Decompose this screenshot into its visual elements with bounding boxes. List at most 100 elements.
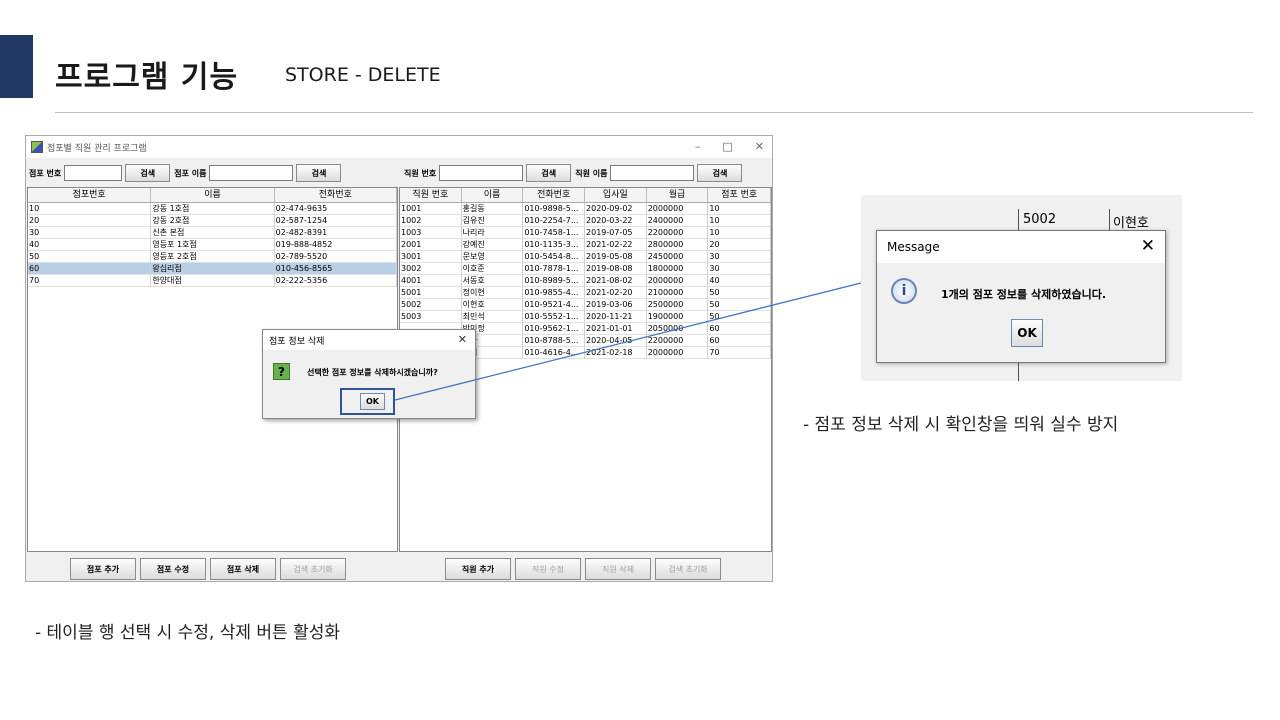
emp-table-cell: 10 xyxy=(708,215,771,227)
inset-bg-number: 5002 xyxy=(1023,212,1057,227)
store-table-cell: 70 xyxy=(28,275,152,287)
emp-table-col-header[interactable]: 직원 번호 xyxy=(400,188,462,202)
store-table-col-header[interactable]: 전화번호 xyxy=(275,188,397,202)
emp-table-col-header[interactable]: 월급 xyxy=(647,188,709,202)
emp-button-2[interactable]: 직원 삭제 xyxy=(585,558,651,580)
emp-table-col-header[interactable]: 점포 번호 xyxy=(708,188,771,202)
store-table-row[interactable]: 20 강동 2호점 02-587-1254 xyxy=(28,215,397,227)
emp-table-cell: 정이현 xyxy=(461,287,524,299)
emp-table-cell: 2020-03-22 xyxy=(585,215,647,227)
store-table-cell: 20 xyxy=(28,215,152,227)
emp-table-row[interactable]: 1002 김유진 010-2254-7... 2020-03-22 2400000 10 xyxy=(400,215,771,227)
emp-table-col-header[interactable]: 전화번호 xyxy=(523,188,586,202)
emp-table-cell: 2021-08-02 xyxy=(585,275,647,287)
store-table-row[interactable]: 70 한양대점 02-222-5356 xyxy=(28,275,397,287)
emp-table-cell: 1002 xyxy=(400,215,462,227)
emp-table-cell: 최민석 xyxy=(461,311,524,323)
emp-table-cell: 010-1135-3... xyxy=(523,239,586,251)
store-table-col-header[interactable]: 이름 xyxy=(151,188,275,202)
emp-table-row[interactable]: 1001 홍길동 010-9898-5... 2020-09-02 2000000 10 xyxy=(400,203,771,215)
caption-text: - 테이블 행 선택 시 수정, 삭제 버튼 활성화 xyxy=(35,623,341,643)
store-table-col-header[interactable]: 점포번호 xyxy=(28,188,152,202)
store-table-cell: 강동 2호점 xyxy=(151,215,275,227)
message-ok-button[interactable]: OK xyxy=(1011,319,1043,347)
maximize-icon[interactable]: □ xyxy=(722,140,732,153)
store-table-cell: 40 xyxy=(28,239,152,251)
emp-table-cell: 010-9562-1... xyxy=(523,323,586,335)
question-icon: ? xyxy=(273,363,290,380)
emp-table-cell: 010-7878-1... xyxy=(523,263,586,275)
emp-table-cell: 서동호 xyxy=(461,275,524,287)
emp-table-cell: 2019-08-08 xyxy=(585,263,647,275)
emp-table-cell: 50 xyxy=(708,287,771,299)
emp-table-cell: 2800000 xyxy=(646,239,709,251)
store-table-cell: 019-888-4852 xyxy=(274,239,397,251)
store-table-cell: 50 xyxy=(28,251,152,263)
emp-table-cell: 2100000 xyxy=(646,287,709,299)
store-table-row[interactable]: 40 영등포 1호점 019-888-4852 xyxy=(28,239,397,251)
confirm-close-icon[interactable]: ✕ xyxy=(458,333,467,346)
store-button-1[interactable]: 점포 수정 xyxy=(140,558,206,580)
store-no-input[interactable] xyxy=(64,165,123,181)
emp-table-row[interactable]: 5002 이현호 010-9521-4... 2019-03-06 2500000 50 xyxy=(400,299,771,311)
minimize-icon[interactable]: – xyxy=(695,140,701,153)
emp-table-cell: 4001 xyxy=(400,275,462,287)
window-titlebar: 점포별 직원 관리 프로그램 – □ ✕ xyxy=(26,136,772,158)
emp-table-cell: 이호준 xyxy=(461,263,524,275)
store-table-cell: 02-222-5356 xyxy=(274,275,397,287)
store-name-label: 점포 이름 xyxy=(174,168,207,178)
emp-table-row[interactable]: 5001 정이현 010-9855-4... 2021-02-20 2100000 50 xyxy=(400,287,771,299)
emp-button-0[interactable]: 직원 추가 xyxy=(445,558,511,580)
store-table-cell: 영등포 2호점 xyxy=(151,251,275,263)
emp-table-row[interactable]: 3002 이호준 010-7878-1... 2019-08-08 1800000 30 xyxy=(400,263,771,275)
emp-table-row[interactable]: 2001 강예진 010-1135-3... 2021-02-22 2800000 20 xyxy=(400,239,771,251)
emp-no-search-button[interactable]: 검색 xyxy=(526,164,572,182)
emp-table-cell: 2000000 xyxy=(646,347,709,359)
emp-table-cell: 010-8989-5... xyxy=(523,275,586,287)
store-table-header: 점포번호 이름 전화번호 xyxy=(28,188,397,203)
emp-table-cell: 010-4616-4... xyxy=(523,347,586,359)
emp-table-row[interactable]: 5003 최민석 010-5552-1... 2020-11-21 1900000 50 xyxy=(400,311,771,323)
store-name-input[interactable] xyxy=(209,165,294,181)
store-table-row[interactable]: 50 영등포 2호점 02-789-5520 xyxy=(28,251,397,263)
emp-button-3[interactable]: 검색 초기화 xyxy=(655,558,721,580)
emp-button-row: 직원 추가 직원 수정 직원 삭제 검색 초기화 xyxy=(445,558,721,580)
store-no-search-button[interactable]: 검색 xyxy=(125,164,171,182)
emp-table-cell: 50 xyxy=(708,299,771,311)
store-table-row[interactable]: 60 왕십리점 010-456-8565 xyxy=(28,263,397,275)
store-search-bar: 점포 번호 검색 점포 이름 검색 xyxy=(29,164,342,182)
close-icon[interactable]: ✕ xyxy=(755,140,764,153)
emp-table-cell: 문보영 xyxy=(461,251,524,263)
emp-button-1[interactable]: 직원 수정 xyxy=(515,558,581,580)
info-icon: i xyxy=(891,278,917,304)
emp-table-cell: 5001 xyxy=(400,287,462,299)
store-button-0[interactable]: 점포 추가 xyxy=(70,558,136,580)
store-table-row[interactable]: 30 신촌 본점 02-482-8391 xyxy=(28,227,397,239)
message-text: 1개의 점포 정보를 삭제하였습니다. xyxy=(941,288,1107,301)
message-close-icon[interactable]: ✕ xyxy=(1141,236,1155,256)
emp-name-search-button[interactable]: 검색 xyxy=(697,164,743,182)
emp-table-col-header[interactable]: 이름 xyxy=(462,188,524,202)
emp-table-cell: 10 xyxy=(708,203,771,215)
store-name-search-button[interactable]: 검색 xyxy=(296,164,342,182)
confirm-dialog-title: 점포 정보 삭제 xyxy=(269,336,325,347)
emp-table-cell: 2020-04-05 xyxy=(585,335,647,347)
confirm-message: 선택한 점포 정보를 삭제하시겠습니까? xyxy=(307,368,438,377)
emp-table-cell: 5002 xyxy=(400,299,462,311)
store-button-2[interactable]: 점포 삭제 xyxy=(210,558,276,580)
message-dialog-titlebar: Message xyxy=(877,231,1165,263)
emp-table-row[interactable]: 4001 서동호 010-8989-5... 2021-08-02 2000000 40 xyxy=(400,275,771,287)
emp-table-cell: 60 xyxy=(708,335,771,347)
emp-table-cell: 010-8788-5... xyxy=(523,335,586,347)
message-dialog: Message ✕ i 1개의 점포 정보를 삭제하였습니다. OK xyxy=(876,230,1166,363)
store-table-cell: 한양대점 xyxy=(151,275,275,287)
emp-table-cell: 2021-02-22 xyxy=(585,239,647,251)
emp-table-col-header[interactable]: 입사일 xyxy=(585,188,647,202)
emp-no-input[interactable] xyxy=(439,165,524,181)
emp-table-row[interactable]: 3001 문보영 010-5454-8... 2019-05-08 2450000 30 xyxy=(400,251,771,263)
emp-table-row[interactable]: 1003 나리라 010-7458-1... 2019-07-05 2200000 10 xyxy=(400,227,771,239)
store-button-3[interactable]: 검색 초기화 xyxy=(280,558,346,580)
store-table-row[interactable]: 10 강동 1호점 02-474-9635 xyxy=(28,203,397,215)
emp-table-cell: 010-2254-7... xyxy=(523,215,586,227)
emp-name-input[interactable] xyxy=(610,165,695,181)
